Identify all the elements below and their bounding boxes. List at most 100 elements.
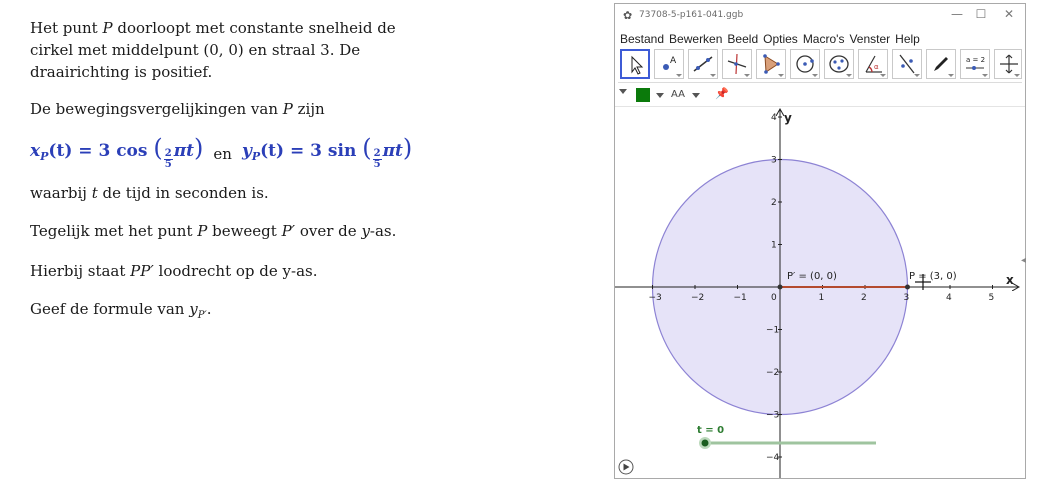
math-var: πt [173, 141, 195, 161]
line-icon [693, 56, 713, 72]
y-tick-label: 4 [771, 113, 777, 123]
y-tick-label: −3 [766, 411, 779, 421]
menu-bewerken[interactable]: Bewerken [669, 30, 722, 48]
close-button[interactable]: ✕ [999, 7, 1019, 21]
math-var: P [197, 222, 208, 240]
x-tick-label: −3 [649, 293, 662, 303]
math-var: y [189, 300, 198, 318]
graphics-view[interactable]: x y −3 −2 −1 0 1 2 3 4 5 4 3 2 1 −1 −2 −3 −4 P′ = (0, 0… [615, 107, 1025, 478]
slider-icon: a = 2 [966, 56, 985, 70]
conic-tool-button[interactable] [824, 49, 854, 79]
text-segment: -as. [369, 222, 397, 240]
collapse-panel-icon[interactable]: ◂ [1021, 255, 1026, 266]
text-segment: Tegelijk met het punt [30, 222, 198, 240]
slider-tool-button[interactable]: a = 2 [960, 49, 990, 79]
paren-close: ) [402, 134, 413, 162]
menu-beeld[interactable]: Beeld [727, 30, 758, 48]
conjunction: en [213, 145, 232, 163]
math-subscript: P′ [197, 310, 207, 321]
math-var: PP′ [130, 262, 154, 280]
text-line: cirkel met middelpunt (0, 0) en straal 3… [30, 41, 361, 59]
paragraph-equations-intro: De bewegingsvergelijkingen van P zijn [30, 98, 325, 120]
ellipse-icon [829, 55, 849, 73]
minimize-button[interactable]: — [947, 7, 967, 21]
y-tick-label: 3 [771, 156, 777, 166]
x-tick-label: 2 [861, 293, 867, 303]
perpendicular-tool-button[interactable] [722, 49, 752, 79]
pin-icon[interactable]: 📌 [715, 87, 729, 100]
menu-help[interactable]: Help [895, 30, 920, 48]
y-tick-label: 2 [771, 198, 777, 208]
text-size-button[interactable]: AA [671, 89, 685, 100]
frac-denominator: 5 [164, 159, 172, 170]
math-arg: (t) [48, 141, 73, 161]
reflect-line-icon [899, 54, 915, 74]
point-icon: A [663, 56, 677, 70]
point-p[interactable] [905, 284, 910, 290]
math-subscript: P [251, 150, 261, 163]
math-var: y [361, 222, 370, 240]
x-equation: xP(t) = 3 cos (2 5 πt) [30, 136, 203, 170]
svg-text:A: A [670, 56, 677, 66]
paragraph-question: Geef de formule van yP′. [30, 298, 212, 327]
text-segment: doorloopt met constante snelheid de [117, 19, 396, 37]
math-var: P [102, 19, 113, 37]
line-tool-button[interactable] [688, 49, 718, 79]
menu-macros[interactable]: Macro's [803, 30, 845, 48]
text-segment: over de [295, 222, 362, 240]
move-view-tool-button[interactable] [994, 49, 1022, 79]
paragraph-pprime: Tegelijk met het punt P beweegt P′ over … [30, 220, 396, 242]
text-size-dropdown-icon[interactable] [692, 93, 700, 98]
menu-opties[interactable]: Opties [763, 30, 798, 48]
menu-venster[interactable]: Venster [849, 30, 890, 48]
play-button[interactable] [618, 459, 634, 475]
slider-t-knob[interactable] [701, 439, 709, 447]
point-p-prime[interactable] [777, 284, 783, 290]
paragraph-time: waarbij t de tijd in seconden is. [30, 182, 269, 204]
text-segment: De bewegingsvergelijkingen van [30, 100, 283, 118]
label-p: P = (3, 0) [909, 271, 957, 282]
move-graphics-view-icon [1000, 54, 1018, 74]
label-p-prime: P′ = (0, 0) [787, 271, 837, 282]
angle-icon: α [865, 55, 882, 73]
text-segment: de tijd in seconden is. [97, 184, 269, 202]
polygon-tool-button[interactable] [756, 49, 786, 79]
window-title: 73708-5-p161-041.ggb [639, 10, 744, 20]
point-tool-button[interactable]: A [654, 49, 684, 79]
title-bar: ✿ 73708-5-p161-041.ggb — ☐ ✕ [615, 4, 1025, 28]
x-tick-label: 0 [771, 293, 777, 303]
math-arg: (t) [260, 141, 285, 161]
paragraph-perpendicular: Hierbij staat PP′ loodrecht op de y-as. [30, 260, 317, 282]
maximize-button[interactable]: ☐ [971, 7, 991, 21]
text-segment: beweegt [207, 222, 282, 240]
tool-bar: A α a = 2 [618, 48, 1022, 83]
slider-tool-label: a = 2 [966, 56, 985, 64]
circle-tool-button[interactable] [790, 49, 820, 79]
text-segment: Hierbij staat [30, 262, 131, 280]
polygon-icon [763, 54, 780, 74]
cursor-arrow-icon [631, 55, 644, 75]
x-tick-label: 1 [819, 293, 825, 303]
angle-tool-button[interactable]: α [858, 49, 888, 79]
text-segment: zijn [292, 100, 325, 118]
y-tick-label: 1 [771, 241, 777, 251]
menu-bestand[interactable]: Bestand [620, 30, 664, 48]
style-bar-toggle-icon[interactable] [619, 89, 627, 94]
color-swatch-button[interactable] [636, 88, 650, 102]
pen-icon [934, 57, 948, 71]
frac-denominator: 5 [373, 159, 381, 170]
x-tick-label: −1 [734, 293, 747, 303]
math-var: P [282, 100, 293, 118]
reflect-tool-button[interactable] [892, 49, 922, 79]
color-dropdown-icon[interactable] [656, 93, 664, 98]
pen-tool-button[interactable] [926, 49, 956, 79]
y-tick-label: −1 [766, 326, 779, 336]
coordinate-plane[interactable]: x y −3 −2 −1 0 1 2 3 4 5 4 3 2 1 −1 −2 −3 −4 P′ = (0, 0… [615, 107, 1025, 478]
math-var: P′ [281, 222, 296, 240]
math-var: πt [382, 141, 403, 161]
x-tick-label: −2 [691, 293, 704, 303]
x-tick-label: 4 [946, 293, 952, 303]
move-tool-button[interactable] [620, 49, 650, 79]
text-segment: Geef de formule van [30, 300, 190, 318]
fraction: 25 [163, 149, 173, 170]
